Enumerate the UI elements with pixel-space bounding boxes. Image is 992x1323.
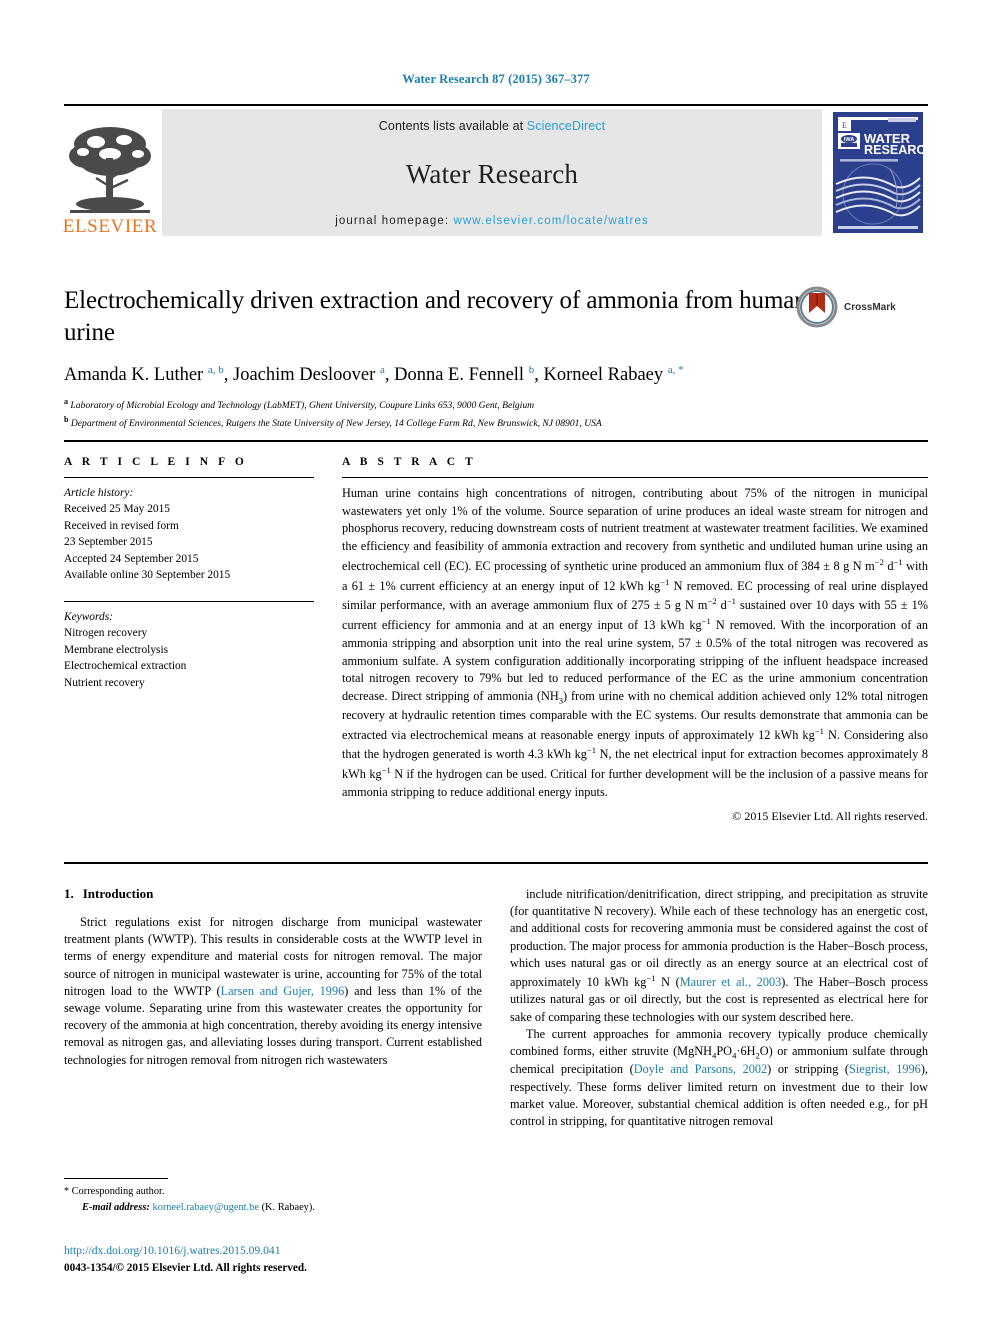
section-heading-introduction: 1. Introduction <box>64 886 482 902</box>
corresponding-author-footnote: * Corresponding author. E-mail address: … <box>64 1178 482 1215</box>
crossmark-label: CrossMark <box>844 301 896 313</box>
journal-masthead: ELSEVIER Contents lists available at Sci… <box>62 104 935 237</box>
article-body: 1. Introduction Strict regulations exist … <box>64 862 928 1130</box>
keywords-label: Keywords: <box>64 610 113 623</box>
keyword-item: Membrane electrolysis <box>64 643 169 656</box>
keywords-rule <box>64 600 314 602</box>
email-line: E-mail address: korneel.rabaey@ugent.be … <box>64 1200 482 1216</box>
email-owner: (K. Rabaey). <box>261 1201 315 1213</box>
issn-copyright-line: 0043-1354/© 2015 Elsevier Ltd. All right… <box>64 1261 307 1274</box>
abstract-heading: A B S T R A C T <box>342 456 477 468</box>
article-header: Electrochemically driven extraction and … <box>64 285 928 432</box>
journal-title: Water Research <box>405 158 579 189</box>
keyword-item: Nitrogen recovery <box>64 627 148 640</box>
doi-link[interactable]: http://dx.doi.org/10.1016/j.watres.2015.… <box>64 1243 564 1260</box>
corresponding-author-line: * Corresponding author. <box>64 1184 482 1200</box>
crossmark-badge[interactable]: CrossMark <box>796 285 928 329</box>
keyword-item: Nutrient recovery <box>64 676 145 689</box>
abstract-copyright: © 2015 Elsevier Ltd. All rights reserved… <box>732 808 928 823</box>
contents-prefix: Contents lists available at <box>378 119 527 133</box>
footnote-rule <box>64 1178 168 1179</box>
sciencedirect-link[interactable]: ScienceDirect <box>527 119 605 133</box>
journal-homepage-line: journal homepage: www.elsevier.com/locat… <box>335 215 649 227</box>
keywords-block: Keywords: Nitrogen recovery Membrane ele… <box>64 600 314 691</box>
section-number: 1. <box>64 886 74 901</box>
history-item: Received 25 May 2015 <box>64 503 170 516</box>
svg-text:RESEARCH: RESEARCH <box>864 143 928 157</box>
article-info-heading: A R T I C L E I N F O <box>64 456 248 468</box>
svg-text:E: E <box>842 121 847 130</box>
affiliation-marker-a: a <box>64 397 68 407</box>
intro-paragraph-right-1: include nitrification/denitrification, d… <box>510 887 929 1024</box>
journal-cover-thumbnail: E IWA WATER RESEARCH <box>828 109 935 236</box>
article-history-label: Article history: <box>64 487 134 499</box>
abstract-rule <box>342 477 928 478</box>
email-label: E-mail address: <box>82 1201 150 1213</box>
affiliation-text-b: Department of Environmental Sciences, Ru… <box>70 418 602 430</box>
journal-article-page: Water Research 87 (2015) 367–377 ELSEVIE… <box>0 0 992 1323</box>
keywords-list: Nitrogen recovery Membrane electrolysis … <box>64 625 314 691</box>
article-info-column: A R T I C L E I N F O Article history: R… <box>64 456 314 824</box>
author-list: Amanda K. Luther a, b, Joachim Desloover… <box>64 364 684 386</box>
history-item: Received in revised form <box>64 519 179 532</box>
history-item: Available online 30 September 2015 <box>64 569 231 582</box>
body-column-left: 1. Introduction Strict regulations exist … <box>64 886 482 1130</box>
affiliation-text-a: Laboratory of Microbial Ecology and Tech… <box>70 400 535 412</box>
elsevier-logo: ELSEVIER <box>62 109 158 237</box>
doi-block: http://dx.doi.org/10.1016/j.watres.2015.… <box>64 1243 564 1276</box>
article-info-rule <box>64 477 314 478</box>
homepage-prefix: journal homepage: <box>335 215 454 227</box>
contents-available-line: Contents lists available at ScienceDirec… <box>379 119 605 133</box>
running-head: Water Research 87 (2015) 367–377 <box>402 72 590 86</box>
history-item: Accepted 24 September 2015 <box>64 552 199 565</box>
sciencedirect-band: Contents lists available at ScienceDirec… <box>162 109 822 236</box>
info-abstract-region: A R T I C L E I N F O Article history: R… <box>64 440 928 824</box>
affiliation-marker-b: b <box>64 415 69 425</box>
intro-paragraph-right-2: The current approaches for ammonia recov… <box>510 1026 928 1129</box>
affiliation-a: a Laboratory of Microbial Ecology and Te… <box>64 396 928 414</box>
abstract-text: Human urine contains high concentrations… <box>342 486 929 800</box>
journal-homepage-link[interactable]: www.elsevier.com/locate/watres <box>453 215 648 227</box>
page-title: Electrochemically driven extraction and … <box>64 287 807 346</box>
elsevier-wordmark: ELSEVIER <box>62 216 158 237</box>
affiliation-b: b Department of Environmental Sciences, … <box>64 414 928 432</box>
svg-text:IWA: IWA <box>844 137 854 143</box>
article-history-list: Received 25 May 2015 Received in revised… <box>64 501 314 584</box>
footnote-marker: * <box>64 1186 69 1197</box>
history-item: 23 September 2015 <box>64 536 153 549</box>
section-title: Introduction <box>82 886 154 901</box>
elsevier-tree-icon <box>66 118 154 216</box>
journal-cover-image: E IWA WATER RESEARCH <box>828 109 935 236</box>
body-column-right: include nitrification/denitrification, d… <box>510 886 928 1130</box>
email-link[interactable]: korneel.rabaey@ugent.be <box>152 1202 259 1213</box>
intro-paragraph-left-1: Strict regulations exist for nitrogen di… <box>64 915 483 1067</box>
keyword-item: Electrochemical extraction <box>64 660 187 673</box>
abstract-column: A B S T R A C T Human urine contains hig… <box>342 456 928 824</box>
corresponding-author-text: Corresponding author. <box>71 1186 165 1197</box>
affiliation-list: a Laboratory of Microbial Ecology and Te… <box>64 396 928 432</box>
crossmark-icon <box>796 286 838 328</box>
